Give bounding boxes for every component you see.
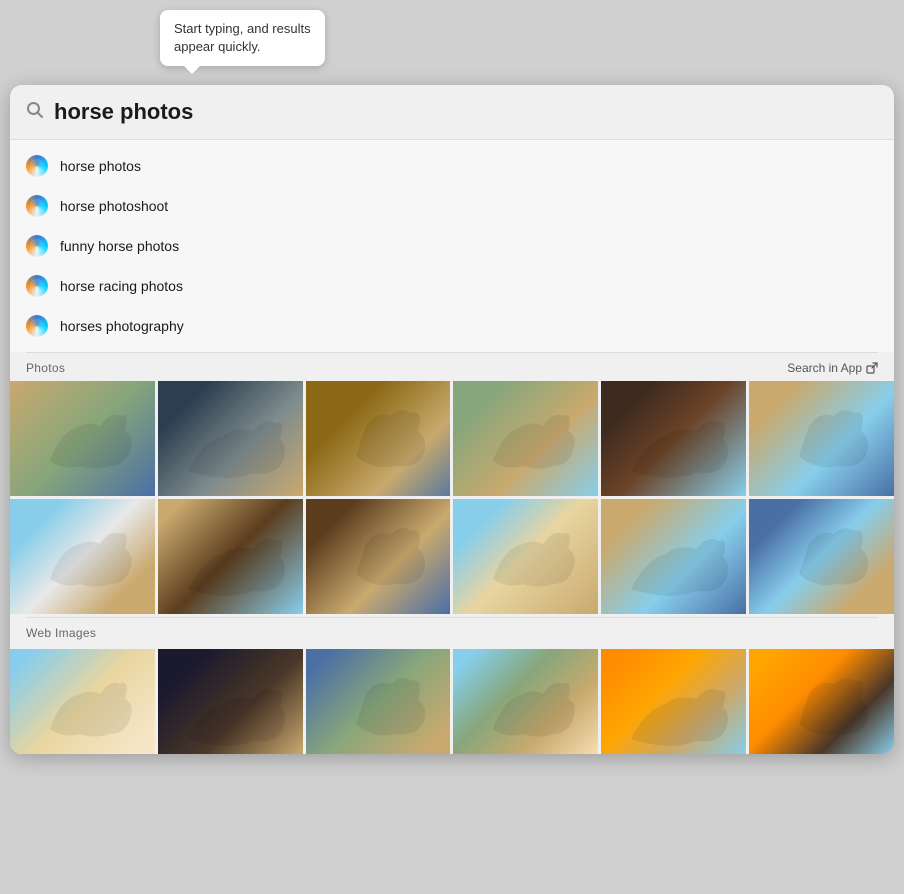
- photo-cell[interactable]: [601, 499, 746, 614]
- safari-icon-5: [26, 315, 48, 337]
- photo-cell[interactable]: [601, 381, 746, 496]
- search-icon: [26, 101, 44, 124]
- suggestion-text: horse photos: [60, 158, 141, 174]
- tooltip-text: Start typing, and results: [174, 21, 311, 36]
- suggestion-item[interactable]: horse racing photos: [10, 266, 894, 306]
- suggestion-text: horse racing photos: [60, 278, 183, 294]
- safari-icon-3: [26, 235, 48, 257]
- web-image-cell[interactable]: [306, 649, 451, 754]
- web-images-section-header: Web Images: [10, 618, 894, 646]
- search-query[interactable]: horse photos: [54, 99, 878, 125]
- suggestion-text: horses photography: [60, 318, 184, 334]
- suggestion-text: funny horse photos: [60, 238, 179, 254]
- photos-section-header: Photos Search in App: [10, 353, 894, 381]
- suggestion-item[interactable]: horses photography: [10, 306, 894, 346]
- photo-cell[interactable]: [749, 381, 894, 496]
- web-image-cell[interactable]: [749, 649, 894, 754]
- external-link-icon: [866, 362, 878, 374]
- tooltip: Start typing, and results appear quickly…: [160, 10, 325, 66]
- photo-cell[interactable]: [453, 499, 598, 614]
- photos-section-title: Photos: [26, 361, 65, 375]
- suggestion-item[interactable]: horse photos: [10, 146, 894, 186]
- search-in-app-button[interactable]: Search in App: [787, 361, 878, 375]
- photo-cell[interactable]: [158, 381, 303, 496]
- safari-icon-1: [26, 155, 48, 177]
- suggestions-list: horse photos horse photoshoot funny hors…: [10, 140, 894, 352]
- search-in-app-label: Search in App: [787, 361, 862, 375]
- photo-cell[interactable]: [453, 381, 598, 496]
- safari-icon-4: [26, 275, 48, 297]
- web-image-cell[interactable]: [158, 649, 303, 754]
- photo-cell[interactable]: [749, 499, 894, 614]
- tooltip-text-2: appear quickly.: [174, 39, 260, 54]
- photos-grid: [10, 381, 894, 617]
- safari-icon-2: [26, 195, 48, 217]
- web-images-section-title: Web Images: [26, 626, 96, 640]
- photo-cell[interactable]: [158, 499, 303, 614]
- web-image-cell[interactable]: [601, 649, 746, 754]
- web-images-grid: [10, 646, 894, 754]
- search-bar: horse photos: [10, 85, 894, 140]
- suggestion-item[interactable]: funny horse photos: [10, 226, 894, 266]
- photo-cell[interactable]: [306, 381, 451, 496]
- photo-cell[interactable]: [10, 499, 155, 614]
- photo-cell[interactable]: [306, 499, 451, 614]
- suggestion-item[interactable]: horse photoshoot: [10, 186, 894, 226]
- suggestion-text: horse photoshoot: [60, 198, 168, 214]
- search-panel: horse photos horse photos horse photosho…: [10, 85, 894, 754]
- photo-cell[interactable]: [10, 381, 155, 496]
- web-image-cell[interactable]: [453, 649, 598, 754]
- web-image-cell[interactable]: [10, 649, 155, 754]
